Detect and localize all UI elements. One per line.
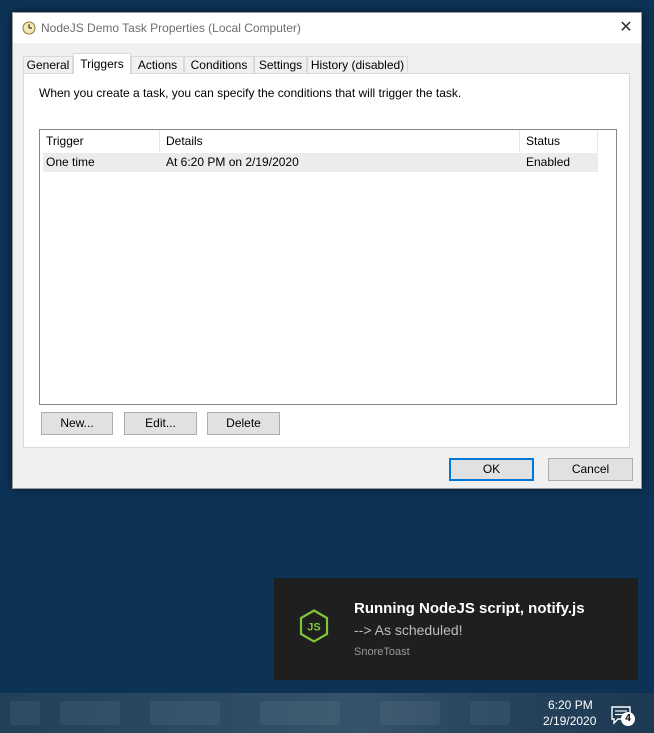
title-bar[interactable]: NodeJS Demo Task Properties (Local Compu… — [13, 13, 641, 43]
notification-count-badge: 4 — [621, 712, 635, 726]
triggers-description: When you create a task, you can specify … — [39, 86, 462, 100]
cell-trigger: One time — [46, 155, 95, 169]
toast-app-name: SnoreToast — [354, 646, 410, 658]
column-header-trigger[interactable]: Trigger — [40, 130, 160, 152]
svg-text:JS: JS — [307, 622, 320, 634]
taskbar-app-icon[interactable] — [260, 701, 340, 725]
taskbar-app-icon[interactable] — [150, 701, 220, 725]
taskbar: 6:20 PM 2/19/2020 4 — [0, 693, 654, 733]
ok-button[interactable]: OK — [449, 458, 534, 481]
tab-history[interactable]: History (disabled) — [307, 56, 408, 73]
dialog-title: NodeJS Demo Task Properties (Local Compu… — [41, 21, 301, 35]
taskbar-app-icon[interactable] — [470, 701, 510, 725]
tab-settings[interactable]: Settings — [254, 56, 307, 73]
tab-triggers[interactable]: Triggers — [73, 53, 131, 74]
triggers-list[interactable]: Trigger Details Status One time At 6:20 … — [39, 129, 617, 405]
cell-status: Enabled — [526, 155, 571, 169]
column-header-status[interactable]: Status — [520, 130, 598, 152]
task-properties-dialog: NodeJS Demo Task Properties (Local Compu… — [12, 12, 642, 489]
close-icon: ✕ — [619, 19, 633, 36]
task-scheduler-clock-icon — [22, 21, 36, 35]
tab-general[interactable]: General — [23, 56, 73, 73]
toast-message: --> As scheduled! — [354, 622, 463, 638]
toast-title: Running NodeJS script, notify.js — [354, 600, 585, 617]
table-row[interactable]: One time At 6:20 PM on 2/19/2020 Enabled — [43, 153, 598, 172]
taskbar-app-icon[interactable] — [380, 701, 440, 725]
clock-time[interactable]: 6:20 PM — [548, 698, 593, 712]
toast-notification[interactable]: JS Running NodeJS script, notify.js --> … — [274, 578, 638, 680]
taskbar-app-icon[interactable] — [10, 701, 40, 725]
tab-conditions[interactable]: Conditions — [184, 56, 254, 73]
clock-date[interactable]: 2/19/2020 — [543, 714, 596, 728]
close-button[interactable]: ✕ — [611, 13, 641, 43]
cancel-button[interactable]: Cancel — [548, 458, 633, 481]
cell-details: At 6:20 PM on 2/19/2020 — [166, 155, 299, 169]
delete-trigger-button[interactable]: Delete — [207, 412, 280, 435]
edit-trigger-button[interactable]: Edit... — [124, 412, 197, 435]
tab-actions[interactable]: Actions — [131, 56, 184, 73]
column-header-details[interactable]: Details — [160, 130, 520, 152]
taskbar-app-icon[interactable] — [60, 701, 120, 725]
triggers-panel: When you create a task, you can specify … — [23, 73, 630, 448]
new-trigger-button[interactable]: New... — [41, 412, 113, 435]
nodejs-icon: JS — [299, 609, 329, 643]
list-header: Trigger Details Status — [40, 130, 600, 152]
